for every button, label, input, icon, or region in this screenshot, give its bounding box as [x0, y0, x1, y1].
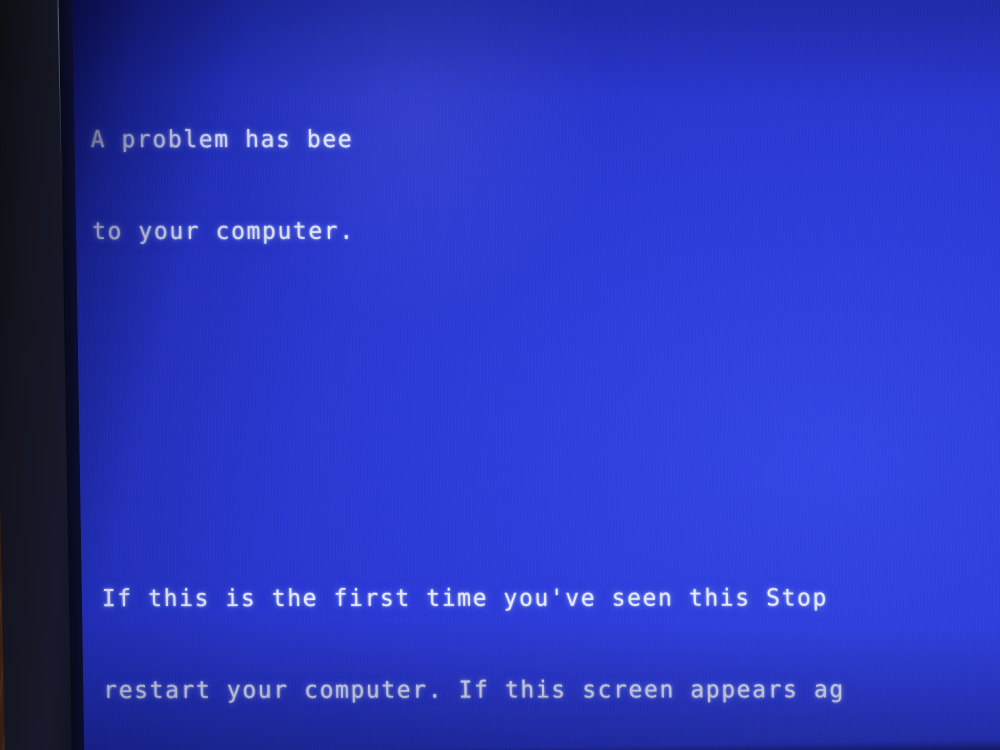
screen-vignette [72, 0, 1000, 750]
bsod-photograph: A problem has bee to your computer. If t… [0, 0, 1000, 750]
monitor-screen: A problem has bee to your computer. If t… [72, 0, 1000, 750]
